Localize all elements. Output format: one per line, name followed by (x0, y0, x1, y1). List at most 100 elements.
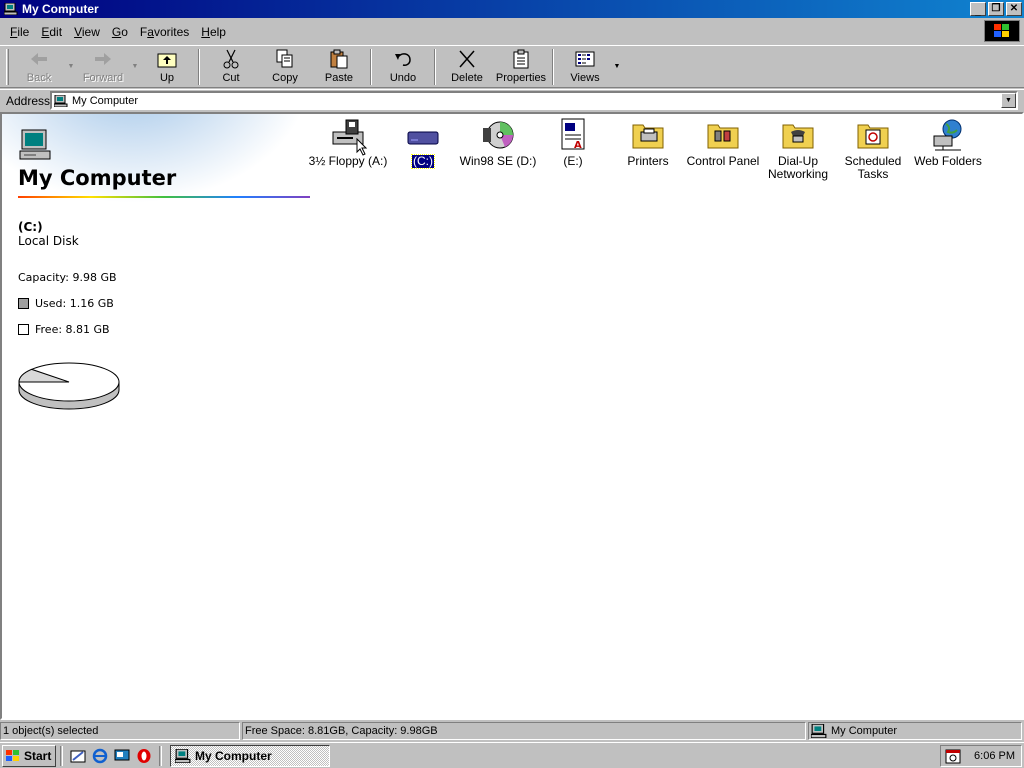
menu-go[interactable]: Go (106, 25, 134, 39)
back-button[interactable]: Back (12, 46, 66, 86)
dialup-networking-label: Dial-Up Networking (767, 154, 829, 181)
free-text: Free: 8.81 GB (35, 323, 110, 336)
delete-label: Delete (451, 72, 483, 84)
quicklaunch-outlook[interactable] (67, 745, 89, 767)
cd-drive-item[interactable]: Win98 SE (D:) (458, 118, 538, 168)
my-computer-icon (4, 3, 18, 15)
delete-x-icon (459, 50, 475, 68)
printers-item[interactable]: Printers (608, 118, 688, 168)
status-space: Free Space: 8.81GB, Capacity: 9.98GB (242, 722, 806, 740)
delete-button[interactable]: Delete (440, 46, 494, 86)
views-dropdown[interactable]: ▼ (612, 46, 622, 86)
svg-text:A: A (574, 140, 582, 151)
web-folders-label: Web Folders (914, 154, 982, 168)
web-folders-item[interactable]: Web Folders (908, 118, 988, 168)
cut-button[interactable]: Cut (204, 46, 258, 86)
quicklaunch-grip[interactable] (60, 745, 63, 766)
forward-label: Forward (82, 72, 124, 84)
info-panel: My Computer (C:) Local Disk Capacity: 9.… (2, 114, 312, 714)
menu-view[interactable]: View (68, 25, 106, 39)
hard-drive-label: (C:) (411, 154, 435, 169)
menu-go-label: o (121, 25, 128, 39)
undo-button[interactable]: Undo (376, 46, 430, 86)
menu-view-accel: V (74, 25, 82, 39)
forward-dropdown[interactable]: ▼ (130, 46, 140, 86)
dialup-folder-icon (782, 124, 814, 149)
address-label: Address (6, 93, 51, 108)
selected-drive-name: (C:) (18, 220, 43, 234)
quicklaunch-opera[interactable] (133, 745, 155, 767)
views-button[interactable]: Views (558, 46, 612, 86)
hard-drive-item[interactable]: (C:) (383, 118, 463, 169)
back-dropdown[interactable]: ▼ (66, 46, 76, 86)
system-tray: 6:06 PM (940, 745, 1022, 767)
removable-disk-item[interactable]: A (E:) (533, 118, 613, 168)
chevron-down-icon: ▼ (1005, 97, 1012, 104)
outlook-express-icon (70, 750, 86, 762)
address-input[interactable]: My Computer ▼ (50, 91, 1018, 110)
paste-button[interactable]: Paste (312, 46, 366, 86)
dialup-networking-item[interactable]: Dial-Up Networking (758, 118, 838, 181)
printers-folder-icon (632, 124, 664, 149)
menu-file[interactable]: File (4, 25, 35, 39)
task-my-computer[interactable]: My Computer (170, 744, 330, 767)
up-label: Up (159, 72, 175, 84)
start-button[interactable]: Start (2, 744, 56, 767)
menu-help-accel: H (201, 25, 210, 39)
minimize-button[interactable]: _ (970, 2, 986, 17)
menu-favorites-label: vorites (153, 25, 190, 39)
folder-view[interactable]: My Computer (C:) Local Disk Capacity: 9.… (0, 112, 1024, 720)
control-panel-folder-icon (707, 124, 739, 149)
scheduled-tasks-item[interactable]: Scheduled Tasks (833, 118, 913, 181)
menu-edit[interactable]: Edit (35, 25, 68, 39)
my-computer-small-icon (54, 94, 68, 107)
menu-favorites[interactable]: Favorites (134, 25, 195, 39)
control-panel-label: Control Panel (686, 154, 760, 168)
used-swatch (18, 298, 29, 309)
windows-logo-icon (984, 20, 1020, 42)
taskbar-grip[interactable] (159, 745, 162, 766)
clock[interactable]: 6:06 PM (974, 750, 1015, 762)
task-label: My Computer (195, 748, 272, 763)
quicklaunch-internet-explorer[interactable] (89, 745, 111, 767)
up-button[interactable]: Up (140, 46, 194, 86)
floppy-drive-item[interactable]: 3½ Floppy (A:) (308, 118, 388, 168)
quicklaunch-show-desktop[interactable] (111, 745, 133, 767)
my-computer-large-icon (19, 129, 51, 160)
restore-button[interactable]: ❐ (988, 2, 1004, 16)
copy-label: Copy (272, 72, 298, 84)
menu-help[interactable]: Help (195, 25, 232, 39)
address-dropdown-button[interactable]: ▼ (1001, 93, 1016, 108)
status-selection-text: 1 object(s) selected (3, 725, 99, 737)
menu-view-label: iew (81, 25, 100, 39)
free-swatch (18, 324, 29, 335)
status-zone-text: My Computer (831, 725, 898, 737)
back-arrow-icon (31, 53, 47, 65)
control-panel-item[interactable]: Control Panel (683, 118, 763, 168)
properties-icon (513, 49, 529, 69)
menu-edit-label: dit (49, 25, 63, 39)
properties-button[interactable]: Properties (494, 46, 548, 86)
title-bar[interactable]: My Computer _ ❐ ✕ (0, 0, 1024, 18)
forward-button[interactable]: Forward (76, 46, 130, 86)
task-scheduler-tray-icon[interactable] (945, 748, 961, 764)
disk-usage-pie (18, 362, 120, 410)
removable-disk-label: (E:) (563, 154, 583, 168)
hard-drive-icon (407, 131, 439, 145)
properties-label: Properties (495, 72, 547, 84)
scheduled-tasks-folder-icon (857, 124, 889, 149)
close-button[interactable]: ✕ (1006, 2, 1022, 16)
my-computer-zone-icon (811, 724, 827, 738)
toolbar-separator (552, 49, 554, 85)
window-title: My Computer (22, 2, 99, 16)
drive-icon-list: 3½ Floppy (A:) (C:) Win98 SE (D:) A (E:)… (308, 116, 1008, 196)
views-grid-icon (575, 51, 595, 67)
opera-icon (137, 748, 151, 763)
copy-icon (276, 49, 293, 68)
paste-icon (330, 49, 348, 69)
toolbar-separator (370, 49, 372, 85)
toolbar-grip[interactable] (6, 49, 9, 85)
restore-icon: ❐ (991, 3, 1001, 14)
copy-button[interactable]: Copy (258, 46, 312, 86)
windows-flag-icon (6, 749, 19, 761)
